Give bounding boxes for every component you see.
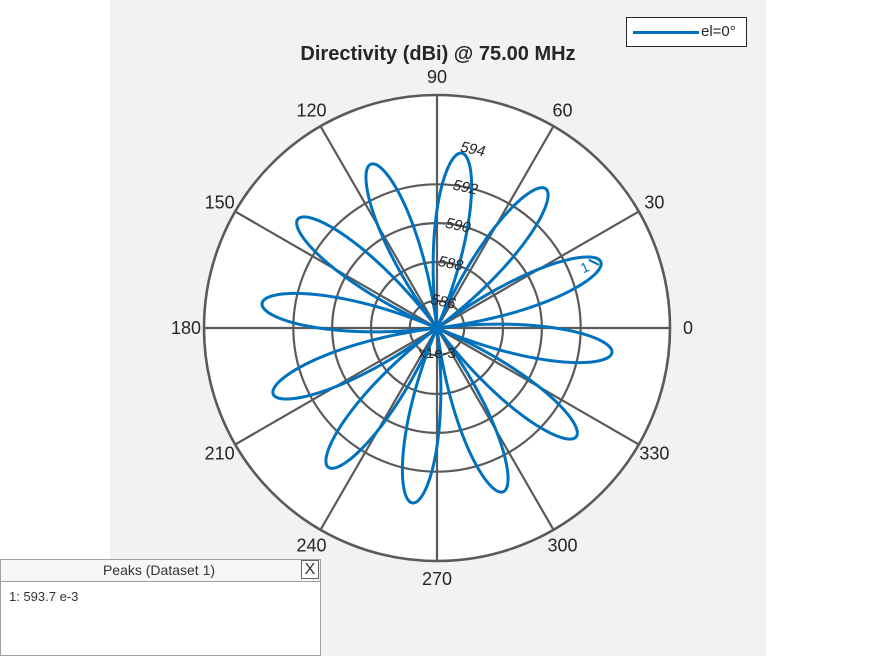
legend-swatch <box>633 31 699 34</box>
angle-tick-label: 60 <box>552 101 572 121</box>
angle-tick-label: 30 <box>644 193 664 213</box>
angle-tick-label: 210 <box>205 444 235 464</box>
angle-tick-label: 150 <box>205 193 235 213</box>
legend-label: el=0° <box>701 23 736 40</box>
angle-tick-label: 90 <box>427 67 447 87</box>
peak-entry: 1: 593.7 e-3 <box>9 589 79 604</box>
legend[interactable]: el=0° <box>626 17 747 47</box>
peaks-titlebar: Peaks (Dataset 1) X <box>1 560 320 582</box>
angle-tick-label: 330 <box>639 444 669 464</box>
polar-chart: Directivity (dBi) @ 75.00 MHz 0 30 60 90 120… <box>171 43 693 589</box>
peaks-title: Peaks (Dataset 1) <box>102 562 216 578</box>
peaks-panel: Peaks (Dataset 1) X 1: 593.7 e-3 <box>0 559 321 656</box>
angle-tick-label: 0 <box>683 318 693 338</box>
close-button[interactable]: X <box>301 560 319 579</box>
angle-tick-label: 240 <box>296 535 326 555</box>
radial-exponent-label: x1e-3 <box>418 345 456 362</box>
polar-axes: 0306090120150180210240270300330586588590… <box>171 67 693 589</box>
angle-tick-label: 180 <box>171 318 201 338</box>
angle-tick-label: 270 <box>422 569 452 589</box>
angle-tick-label: 300 <box>547 535 577 555</box>
angle-tick-label: 120 <box>296 101 326 121</box>
chart-title: Directivity (dBi) @ 75.00 MHz <box>300 43 575 65</box>
